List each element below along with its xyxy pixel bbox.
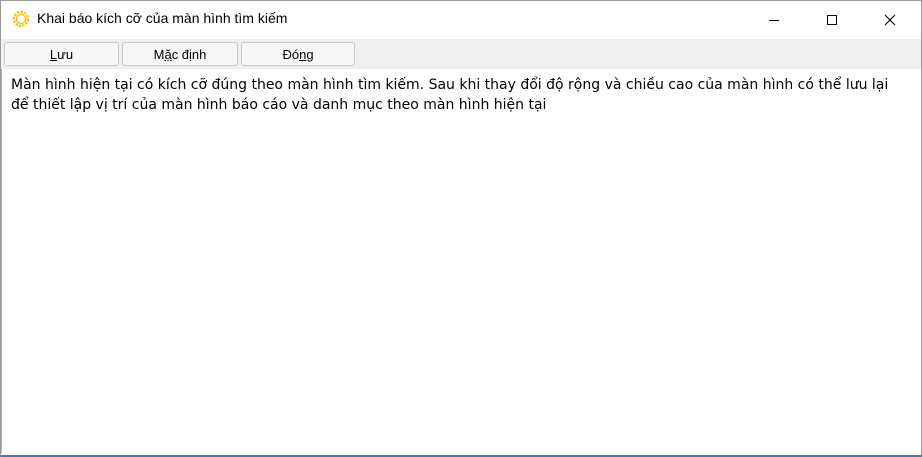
default-button-label: c định bbox=[171, 46, 207, 62]
minimize-button[interactable] bbox=[745, 1, 803, 39]
save-button-mnemonic: L bbox=[49, 46, 58, 62]
close-button[interactable]: Đó n g bbox=[241, 42, 355, 66]
save-button[interactable]: Lưu bbox=[4, 42, 119, 66]
default-button-mnemonic: ặ bbox=[164, 46, 172, 62]
window-title: Khai báo kích cỡ của màn hình tìm kiếm bbox=[37, 10, 288, 26]
default-button[interactable]: Mặc định bbox=[122, 42, 238, 66]
content-left-border bbox=[1, 69, 2, 453]
close-icon bbox=[884, 14, 896, 26]
info-message: Màn hình hiện tại có kích cỡ đúng theo m… bbox=[11, 77, 889, 113]
default-button-lead: M bbox=[153, 46, 165, 62]
save-button-label: ưu bbox=[57, 46, 74, 62]
minimize-icon bbox=[768, 14, 780, 26]
close-button-lead: Đó bbox=[282, 46, 300, 62]
sun-gear-icon bbox=[11, 9, 31, 29]
dialog-window: Khai báo kích cỡ của màn hình tìm kiếm L… bbox=[0, 0, 922, 457]
toolbar: Lưu Mặc định Đó n g bbox=[1, 39, 921, 69]
title-bar[interactable]: Khai báo kích cỡ của màn hình tìm kiếm bbox=[1, 1, 921, 39]
maximize-icon bbox=[826, 14, 838, 26]
content-area: Màn hình hiện tại có kích cỡ đúng theo m… bbox=[1, 69, 921, 453]
close-button-mnemonic: n bbox=[299, 46, 307, 62]
maximize-button[interactable] bbox=[803, 1, 861, 39]
close-window-button[interactable] bbox=[861, 1, 919, 39]
close-button-label: g bbox=[306, 46, 314, 62]
